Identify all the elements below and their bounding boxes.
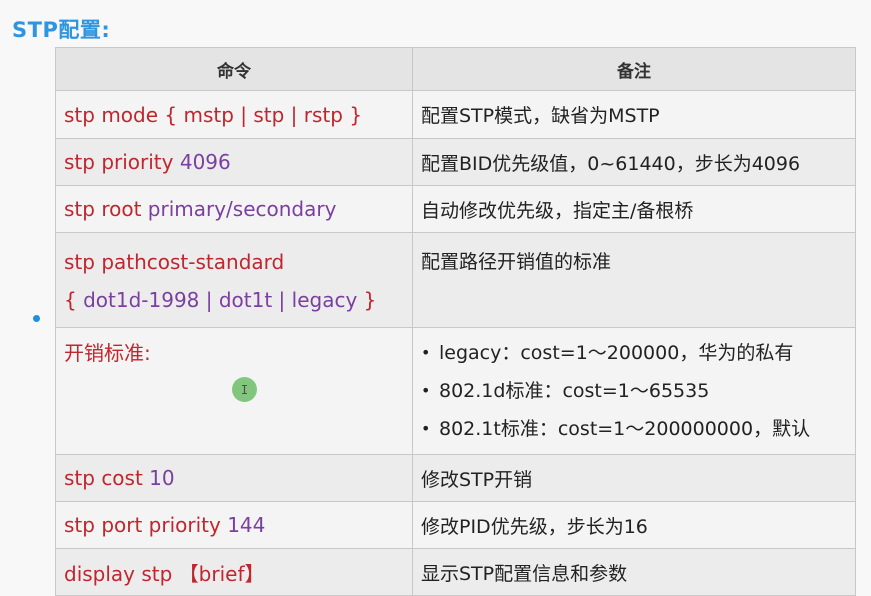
brace-close: } xyxy=(357,288,377,312)
note-cell: 修改PID优先级，步长为16 xyxy=(412,501,856,549)
table-row: stp pathcost-standard { dot1d-1998 | dot… xyxy=(55,232,856,328)
list-item-text: 802.1d标准：cost=1～65535 xyxy=(439,380,710,402)
command-args: { mstp | stp | rstp } xyxy=(164,102,363,127)
command-keyword: display stp xyxy=(64,561,179,586)
command-keyword: stp pathcost-standard xyxy=(64,250,285,274)
command-cell: stp mode { mstp | stp | rstp } xyxy=(55,90,413,139)
cost-standard-list: • legacy：cost=1～200000，华为的私有 • 802.1d标准：co… xyxy=(421,334,847,448)
note-cell: 配置STP模式，缺省为MSTP xyxy=(412,90,856,139)
list-item-text: legacy：cost=1～200000，华为的私有 xyxy=(439,342,794,364)
command-args: 144 xyxy=(227,513,266,537)
list-bullet: • xyxy=(421,343,431,362)
note-text: 配置路径开销值的标准 xyxy=(421,251,612,273)
table-row: 开销标准: • legacy：cost=1～200000，华为的私有 • 802.1… xyxy=(55,327,856,455)
table-row: stp priority 4096 配置BID优先级值，0~61440，步长为4… xyxy=(55,138,856,186)
command-args: 【brief】 xyxy=(178,561,265,586)
note-cell: 显示STP配置信息和参数 xyxy=(412,548,856,596)
bullet-dot xyxy=(33,315,40,322)
list-item: • 802.1d标准：cost=1～65535 xyxy=(421,372,847,410)
command-keyword: stp mode xyxy=(64,102,165,127)
note-cell: 自动修改优先级，指定主/备根桥 xyxy=(412,185,856,233)
header-note: 备注 xyxy=(412,47,856,91)
list-bullet: • xyxy=(421,419,431,438)
stp-command-table: 命令 备注 stp mode { mstp | stp | rstp } 配置S… xyxy=(55,47,856,596)
note-cell: 配置路径开销值的标准 xyxy=(412,232,856,328)
command-args: dot1d-1998 | dot1t | legacy xyxy=(83,288,358,312)
command-cell: stp root primary/secondary xyxy=(55,185,413,233)
list-item: • 802.1t标准：cost=1～200000000，默认 xyxy=(421,410,847,448)
header-command: 命令 xyxy=(55,47,413,91)
table-row: stp mode { mstp | stp | rstp } 配置STP模式，缺… xyxy=(55,90,856,139)
note-cell: 配置BID优先级值，0~61440，步长为4096 xyxy=(412,138,856,186)
command-keyword: 开销标准: xyxy=(64,341,151,365)
table-row: stp port priority 144 修改PID优先级，步长为16 xyxy=(55,501,856,549)
command-cell: stp port priority 144 xyxy=(55,501,413,549)
table-row: stp root primary/secondary 自动修改优先级，指定主/备… xyxy=(55,185,856,233)
command-keyword: stp root xyxy=(64,197,148,221)
command-cell: stp pathcost-standard { dot1d-1998 | dot… xyxy=(55,232,413,328)
command-cell: display stp 【brief】 xyxy=(55,548,413,596)
command-keyword: stp priority xyxy=(64,150,180,174)
command-cell: stp priority 4096 xyxy=(55,138,413,186)
text-cursor-icon: I xyxy=(232,377,257,402)
table-header-row: 命令 备注 xyxy=(55,47,856,91)
list-item-text: 802.1t标准：cost=1～200000000，默认 xyxy=(439,418,811,440)
command-keyword: stp port priority xyxy=(64,513,228,537)
command-cell: stp cost 10 xyxy=(55,454,413,502)
command-args: 4096 xyxy=(179,150,231,174)
command-args: primary/secondary xyxy=(147,197,337,221)
note-cell: • legacy：cost=1～200000，华为的私有 • 802.1d标准：co… xyxy=(412,327,856,455)
page-title: STP配置: xyxy=(12,18,111,42)
command-args: 10 xyxy=(149,466,175,490)
brace-open: { xyxy=(64,288,84,312)
command-keyword: stp cost xyxy=(64,466,150,490)
table-row: display stp 【brief】 显示STP配置信息和参数 xyxy=(55,548,856,596)
table-row: stp cost 10 修改STP开销 xyxy=(55,454,856,502)
list-item: • legacy：cost=1～200000，华为的私有 xyxy=(421,334,847,372)
note-cell: 修改STP开销 xyxy=(412,454,856,502)
list-bullet: • xyxy=(421,381,431,400)
